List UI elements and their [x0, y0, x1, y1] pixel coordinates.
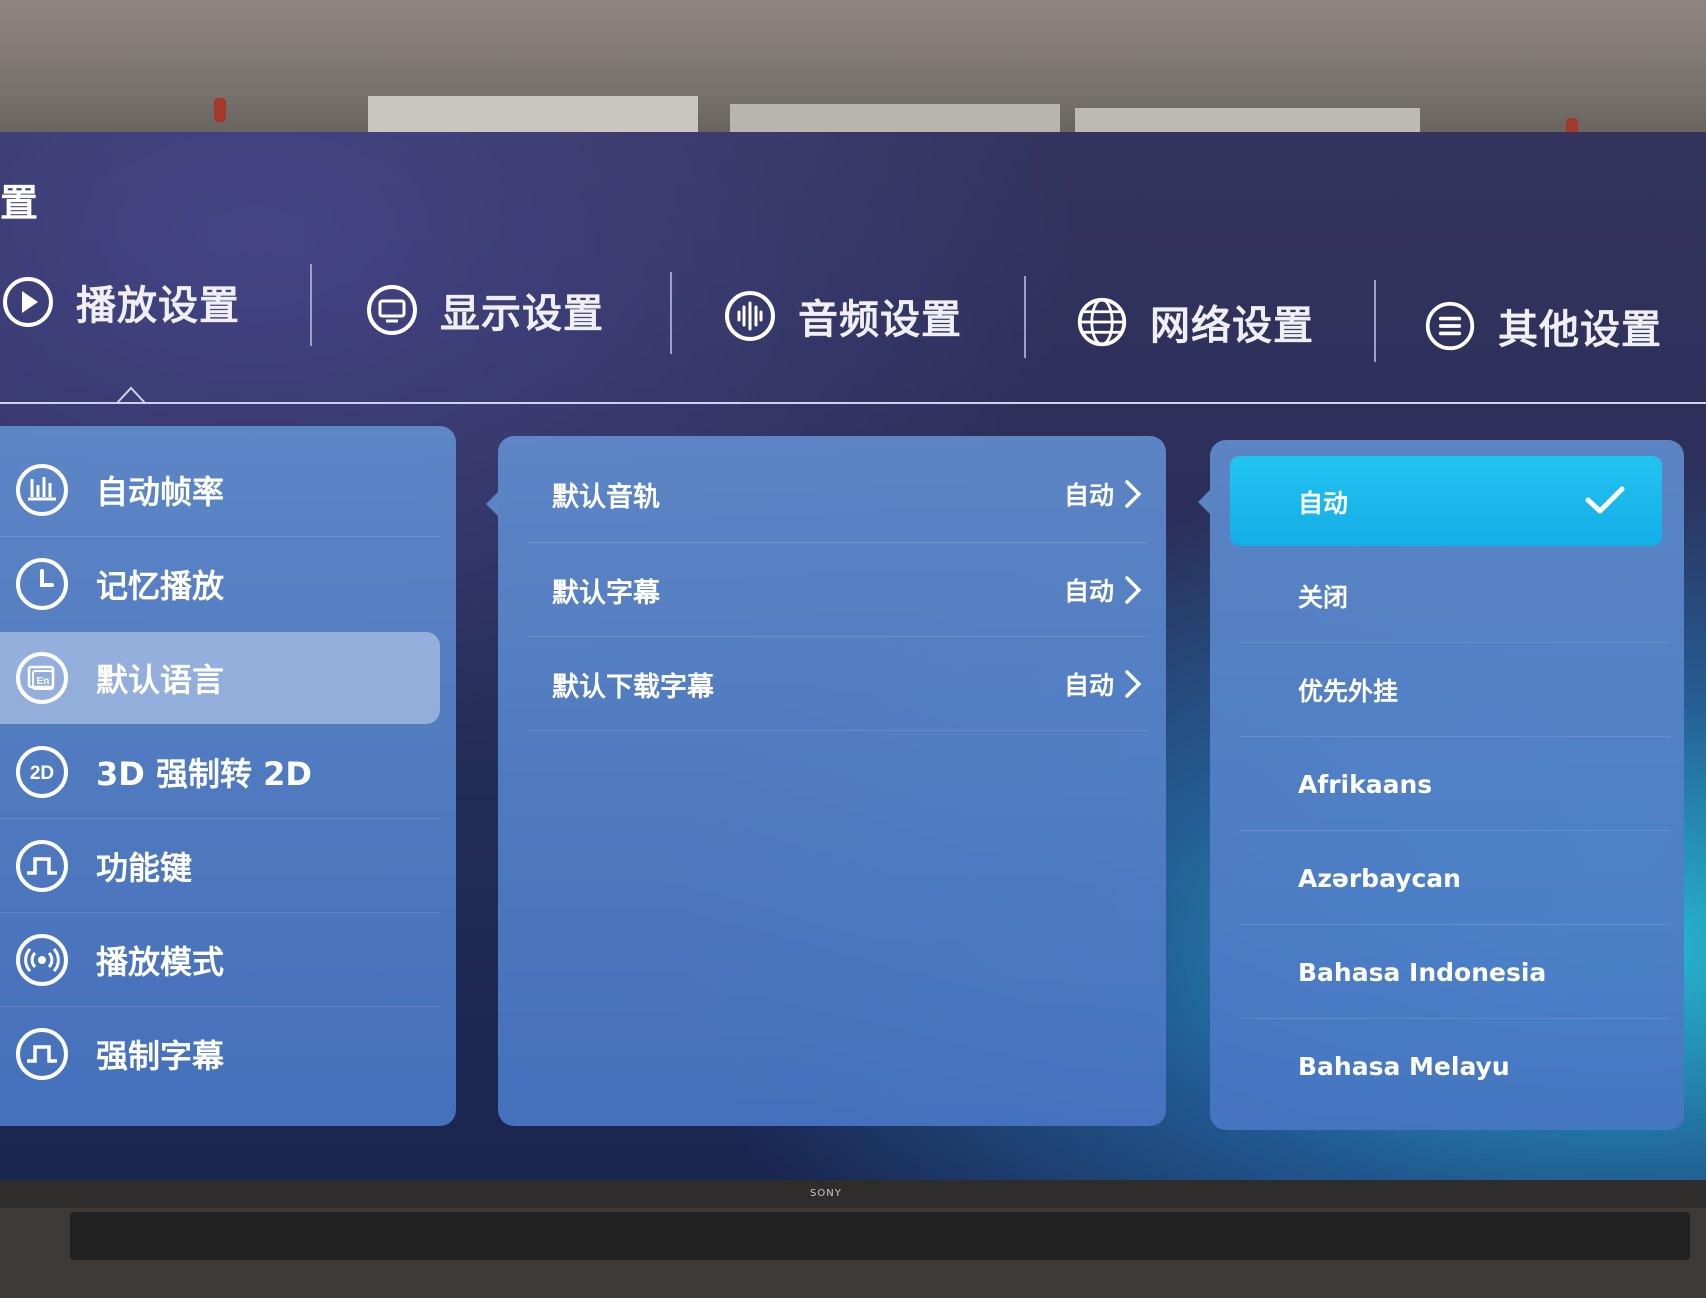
tab-divider — [1024, 276, 1026, 358]
tab-bar: 播放设置 显示设置 音频设置 网络设置 其他设置 — [0, 252, 1706, 362]
submenu-item-default-download-subtitle[interactable]: 默认下载字幕 自动 — [552, 638, 1142, 730]
wall-frame — [368, 96, 698, 136]
option-label: Azərbaycan — [1298, 863, 1461, 893]
sidebar-item-label: 功能键 — [96, 849, 193, 887]
row-divider — [528, 542, 1148, 543]
row-divider — [1240, 736, 1670, 737]
tv-screen: 置 播放设置 显示设置 音频设置 网络设置 其他设置 自动帧率 记忆播放 En … — [0, 132, 1706, 1180]
tab-playback[interactable]: 播放设置 — [2, 252, 240, 352]
submenu-item-label: 默认音轨 — [552, 481, 660, 513]
sidebar-item-label: 播放模式 — [96, 943, 225, 981]
option-item-bahasa-indonesia[interactable]: Bahasa Indonesia — [1298, 926, 1668, 1018]
sidebar-item-label: 自动帧率 — [96, 473, 225, 511]
option-item-bahasa-melayu[interactable]: Bahasa Melayu — [1298, 1020, 1668, 1112]
tab-label: 播放设置 — [76, 283, 240, 329]
sidebar-item-3d-to-2d[interactable]: 2D 3D 强制转 2D — [0, 726, 440, 818]
row-divider — [1240, 924, 1670, 925]
submenu-item-label: 默认下载字幕 — [552, 671, 714, 703]
panel-pointer — [486, 492, 498, 516]
brand-logo: SONY — [810, 1188, 842, 1199]
value-text: 自动 — [1063, 481, 1114, 510]
chevron-right-icon — [1125, 670, 1142, 698]
sidebar-item-label: 记忆播放 — [96, 567, 225, 605]
option-label: Bahasa Indonesia — [1298, 957, 1547, 987]
option-label: 优先外挂 — [1298, 677, 1399, 706]
submenu-item-default-subtitle[interactable]: 默认字幕 自动 — [552, 544, 1142, 636]
submenu-item-default-audio-track[interactable]: 默认音轨 自动 — [552, 448, 1142, 540]
row-divider — [1240, 642, 1670, 643]
tab-divider — [310, 264, 312, 346]
active-tab-caret-icon — [116, 386, 146, 404]
sidebar-item-auto-frame-rate[interactable]: 自动帧率 — [0, 444, 440, 536]
monitor-icon — [366, 284, 418, 336]
tab-label: 网络设置 — [1150, 303, 1314, 349]
row-divider — [0, 818, 440, 819]
submenu-item-value: 自动 — [1064, 572, 1142, 608]
value-text: 自动 — [1063, 577, 1114, 606]
tv-bezel — [0, 1180, 1706, 1208]
chevron-right-icon — [1125, 576, 1142, 604]
language-icon: En — [12, 648, 72, 708]
tab-divider — [670, 272, 672, 354]
sidebar-item-force-subtitle[interactable]: 强制字幕 — [0, 1008, 440, 1100]
submenu-item-label: 默认字幕 — [552, 577, 660, 609]
menu-circle-icon — [1424, 300, 1476, 352]
tab-audio[interactable]: 音频设置 — [724, 266, 962, 366]
option-item-azerbaycan[interactable]: Azərbaycan — [1298, 832, 1668, 924]
svg-text:2D: 2D — [30, 763, 54, 784]
sidebar-item-label: 默认语言 — [96, 661, 225, 699]
audio-wave-icon — [724, 290, 776, 342]
option-item-auto[interactable]: 自动 — [1298, 456, 1668, 548]
tab-underline — [0, 402, 1706, 404]
submenu-panel: 默认音轨 自动 默认字幕 自动 默认下载字幕 自动 — [498, 436, 1166, 1126]
option-label: 自动 — [1298, 489, 1349, 518]
option-label: 关闭 — [1298, 583, 1349, 612]
tab-label: 音频设置 — [798, 297, 962, 343]
clock-icon — [12, 554, 72, 614]
row-divider — [0, 536, 440, 537]
chevron-right-icon — [1125, 480, 1142, 508]
tab-network[interactable]: 网络设置 — [1076, 272, 1314, 372]
option-item-off[interactable]: 关闭 — [1298, 550, 1668, 642]
2d-icon: 2D — [12, 742, 72, 802]
option-label: Afrikaans — [1298, 769, 1433, 799]
panel-pointer — [1198, 490, 1210, 514]
tab-label: 显示设置 — [440, 291, 604, 337]
pulse-icon — [12, 1024, 72, 1084]
row-divider — [0, 1006, 440, 1007]
tab-divider — [1374, 280, 1376, 362]
tab-display[interactable]: 显示设置 — [366, 260, 604, 360]
sidebar-item-function-key[interactable]: 功能键 — [0, 820, 440, 912]
row-divider — [528, 636, 1148, 637]
option-label: Bahasa Melayu — [1298, 1051, 1510, 1081]
tab-other[interactable]: 其他设置 — [1424, 276, 1662, 376]
sidebar-item-label: 3D 强制转 2D — [96, 755, 312, 793]
pulse-icon — [12, 836, 72, 896]
wall-decoration — [214, 98, 226, 122]
sidebar-item-resume-playback[interactable]: 记忆播放 — [0, 538, 440, 630]
row-divider — [1240, 1018, 1670, 1019]
submenu-item-value: 自动 — [1064, 666, 1142, 702]
sidebar-item-label: 强制字幕 — [96, 1037, 225, 1075]
row-divider — [528, 730, 1148, 731]
frame-rate-icon — [12, 460, 72, 520]
options-panel: 自动 关闭 优先外挂 Afrikaans Azərbaycan Bahasa I… — [1210, 440, 1684, 1130]
option-item-prefer-external[interactable]: 优先外挂 — [1298, 644, 1668, 736]
soundbar — [70, 1212, 1690, 1260]
row-divider — [0, 912, 440, 913]
value-text: 自动 — [1063, 671, 1114, 700]
sidebar-item-play-mode[interactable]: 播放模式 — [0, 914, 440, 1006]
page-title: 置 — [0, 181, 39, 225]
globe-icon — [1076, 296, 1128, 348]
sidebar-panel: 自动帧率 记忆播放 En 默认语言 2D 3D 强制转 2D 功能键 播放模式 … — [0, 426, 456, 1126]
submenu-item-value: 自动 — [1064, 476, 1142, 512]
sidebar-item-default-language[interactable]: En 默认语言 — [0, 632, 440, 724]
svg-text:En: En — [37, 676, 50, 687]
tab-label: 其他设置 — [1498, 307, 1662, 353]
row-divider — [1240, 830, 1670, 831]
broadcast-icon — [12, 930, 72, 990]
play-circle-icon — [2, 276, 54, 328]
option-item-afrikaans[interactable]: Afrikaans — [1298, 738, 1668, 830]
